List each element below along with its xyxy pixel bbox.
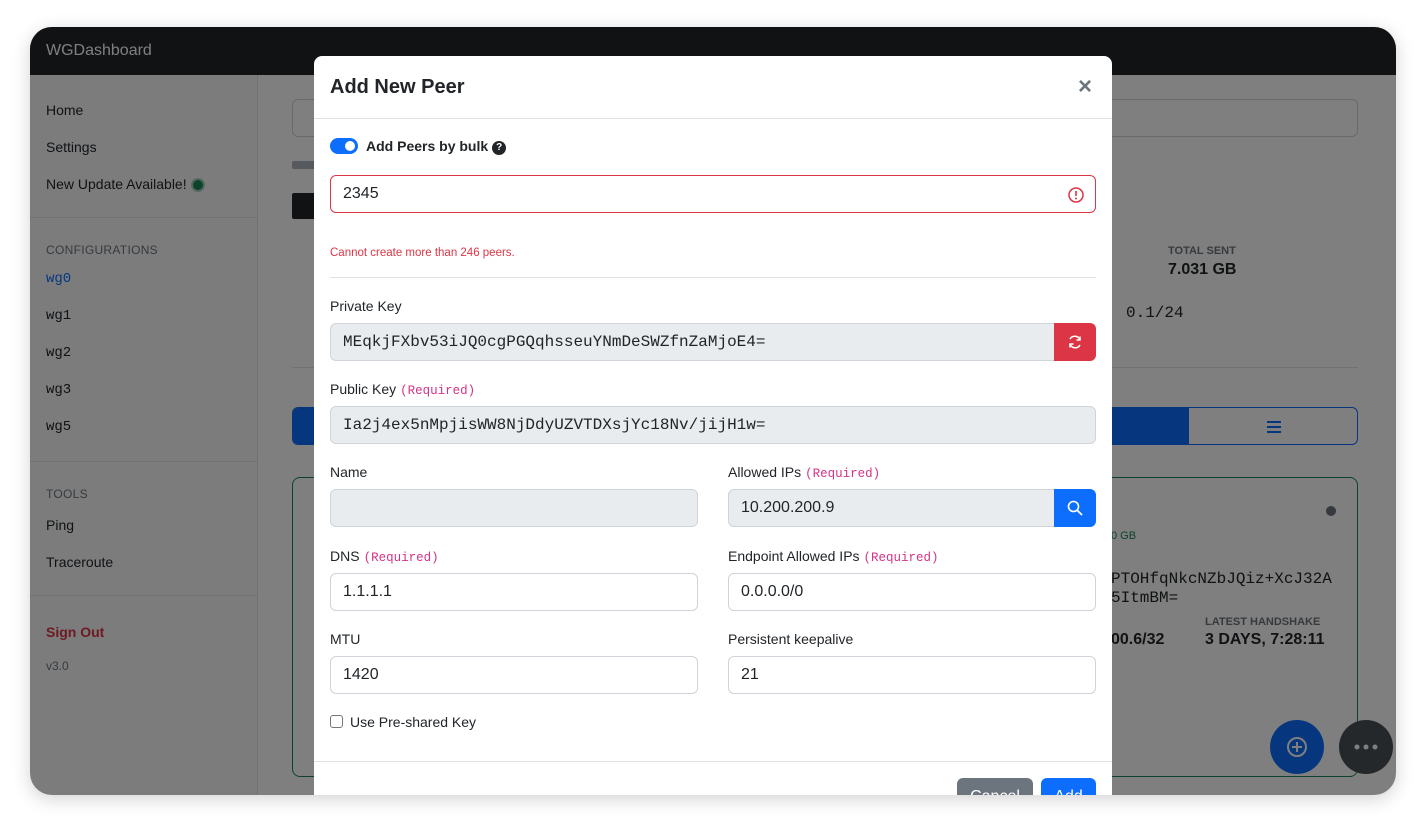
- endpoint-allowed-ips-label-text: Endpoint Allowed IPs: [728, 548, 860, 564]
- dns-label-text: DNS: [330, 548, 360, 564]
- modal-footer-divider: [314, 761, 1112, 762]
- close-icon[interactable]: ×: [1078, 73, 1092, 101]
- mtu-label: MTU: [330, 631, 361, 647]
- cancel-button[interactable]: Cancel: [957, 778, 1033, 795]
- modal-title: Add New Peer: [330, 76, 465, 98]
- help-icon[interactable]: ?: [492, 141, 507, 155]
- name-label: Name: [330, 464, 368, 480]
- endpoint-allowed-ips-label: Endpoint Allowed IPs (Required): [728, 548, 939, 565]
- regenerate-key-button[interactable]: [1054, 323, 1096, 361]
- allowed-ips-input[interactable]: 10.200.200.9: [728, 489, 1056, 527]
- public-key-input[interactable]: Ia2j4ex5nMpjisWW8NjDdyUZVTDXsjYc18Nv/jij…: [330, 406, 1096, 444]
- bulk-count-value: 2345: [343, 185, 379, 202]
- private-key-input[interactable]: MEqkjFXbv53iJQ0cgPGQqhsseuYNmDeSWZfnZaMj…: [330, 323, 1056, 361]
- refresh-icon: [1069, 335, 1081, 349]
- dns-input[interactable]: 1.1.1.1: [330, 573, 698, 611]
- error-icon: [1068, 187, 1084, 203]
- bulk-label-text: Add Peers by bulk: [366, 138, 489, 154]
- public-key-label: Public Key (Required): [330, 381, 475, 398]
- bulk-label: Add Peers by bulk?: [366, 138, 507, 155]
- keepalive-label: Persistent keepalive: [728, 631, 854, 647]
- endpoint-allowed-ips-input[interactable]: 0.0.0.0/0: [728, 573, 1096, 611]
- name-input[interactable]: [330, 489, 698, 527]
- private-key-label: Private Key: [330, 298, 402, 314]
- preshared-key-label[interactable]: Use Pre-shared Key: [350, 714, 476, 730]
- app-window: WGDashboard Home Settings New Update Ava…: [30, 27, 1396, 795]
- allowed-ips-label-text: Allowed IPs: [728, 464, 802, 480]
- add-button[interactable]: Add: [1041, 778, 1096, 795]
- required-tag: (Required): [863, 551, 939, 565]
- required-tag: (Required): [363, 551, 439, 565]
- mtu-input[interactable]: 1420: [330, 656, 698, 694]
- modal-header-divider: [314, 118, 1112, 119]
- keepalive-input[interactable]: 21: [728, 656, 1096, 694]
- required-tag: (Required): [805, 467, 881, 481]
- bulk-error-message: Cannot create more than 246 peers.: [330, 247, 515, 259]
- allowed-ips-label: Allowed IPs (Required): [728, 464, 880, 481]
- bulk-toggle-switch[interactable]: [330, 138, 358, 154]
- add-peer-modal: Add New Peer × Add Peers by bulk? 2345 C…: [314, 56, 1112, 795]
- bulk-count-input[interactable]: 2345: [330, 175, 1096, 213]
- search-available-ips-button[interactable]: [1054, 489, 1096, 527]
- public-key-label-text: Public Key: [330, 381, 397, 397]
- preshared-key-checkbox[interactable]: [330, 715, 343, 728]
- search-icon: [1067, 500, 1083, 516]
- dns-label: DNS (Required): [330, 548, 439, 565]
- required-tag: (Required): [400, 384, 476, 398]
- section-divider: [330, 277, 1096, 278]
